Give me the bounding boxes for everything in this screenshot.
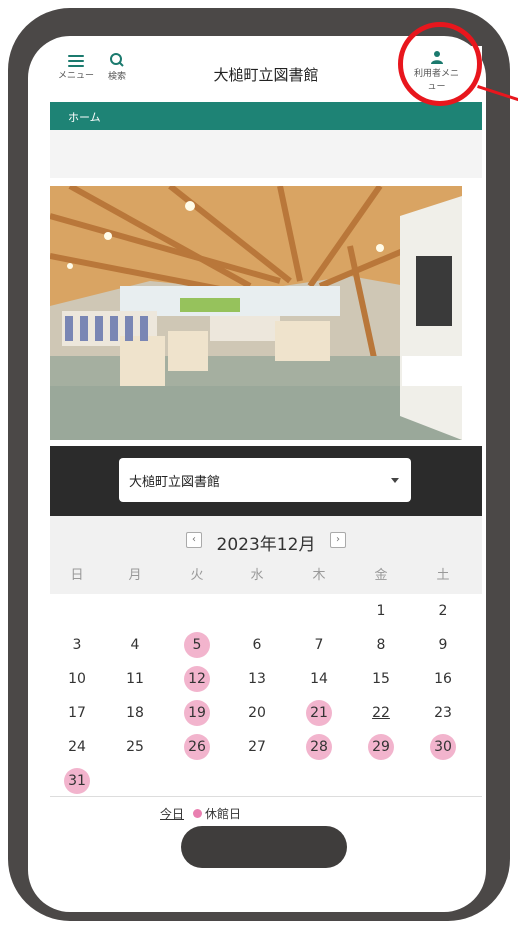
calendar-day[interactable]: 11 (122, 666, 148, 692)
calendar-day[interactable]: 2 (430, 598, 456, 624)
closed-day-label: 休館日 (205, 807, 242, 821)
calendar-day[interactable]: 26 (184, 734, 210, 760)
calendar-day[interactable]: 19 (184, 700, 210, 726)
weekday-label: 水 (250, 568, 264, 583)
library-interior-photo (50, 186, 462, 440)
calendar-day[interactable]: 17 (64, 700, 90, 726)
annotation-circle (398, 22, 482, 106)
phone-home-button (181, 826, 347, 868)
calendar-day[interactable]: 15 (368, 666, 394, 692)
calendar-day[interactable]: 28 (306, 734, 332, 760)
month-label: 2023年12月 (216, 535, 316, 555)
calendar-day[interactable]: 8 (368, 632, 394, 658)
calendar-day[interactable]: 13 (244, 666, 270, 692)
calendar-day[interactable]: 30 (430, 734, 456, 760)
chevron-down-icon (391, 478, 399, 483)
calendar-legend: 今日 休館日 (50, 796, 482, 830)
banner-spacer (50, 130, 482, 178)
calendar-day[interactable]: 16 (430, 666, 456, 692)
calendar-day[interactable]: 3 (64, 632, 90, 658)
calendar-day[interactable]: 7 (306, 632, 332, 658)
home-link[interactable]: ホーム (68, 109, 101, 125)
calendar-day[interactable]: 1 (368, 598, 394, 624)
app-content: メニュー 検索 大槌町立図書館 利用者メニ ュー ホーム 大槌町立図書館 ‹ 2… (50, 46, 482, 830)
closed-day-marker (193, 809, 202, 818)
library-selector-bar: 大槌町立図書館 (50, 446, 482, 516)
calendar-day[interactable]: 24 (64, 734, 90, 760)
weekday-label: 土 (436, 568, 450, 583)
weekday-label: 金 (374, 568, 388, 583)
calendar-day[interactable]: 23 (430, 700, 456, 726)
calendar-day[interactable]: 10 (64, 666, 90, 692)
calendar-header: ‹ 2023年12月 › 日月火水木金土 (50, 516, 482, 594)
calendar-day[interactable]: 29 (368, 734, 394, 760)
calendar-day[interactable]: 27 (244, 734, 270, 760)
calendar-day[interactable]: 20 (244, 700, 270, 726)
calendar-day[interactable]: 25 (122, 734, 148, 760)
library-select-value: 大槌町立図書館 (129, 474, 221, 490)
calendar-day[interactable]: 22 (368, 700, 394, 726)
weekday-label: 火 (190, 568, 204, 583)
calendar-day[interactable]: 21 (306, 700, 332, 726)
weekday-label: 月 (128, 568, 142, 583)
calendar-day[interactable]: 18 (122, 700, 148, 726)
weekday-label: 木 (312, 568, 326, 583)
calendar-day[interactable]: 12 (184, 666, 210, 692)
calendar-day[interactable]: 5 (184, 632, 210, 658)
calendar-day[interactable]: 4 (122, 632, 148, 658)
next-month-button[interactable]: › (330, 532, 346, 548)
calendar: ‹ 2023年12月 › 日月火水木金土 1 2 3 4 5 6 7 8 9 10 11 12 13 14… (50, 516, 482, 796)
weekday-label: 日 (70, 568, 84, 583)
today-link[interactable]: 今日 (160, 805, 184, 822)
calendar-day[interactable]: 14 (306, 666, 332, 692)
library-select[interactable]: 大槌町立図書館 (119, 458, 411, 502)
calendar-day[interactable]: 6 (244, 632, 270, 658)
calendar-day[interactable]: 9 (430, 632, 456, 658)
calendar-day[interactable]: 31 (64, 768, 90, 794)
breadcrumb-bar: ホーム (50, 102, 482, 130)
